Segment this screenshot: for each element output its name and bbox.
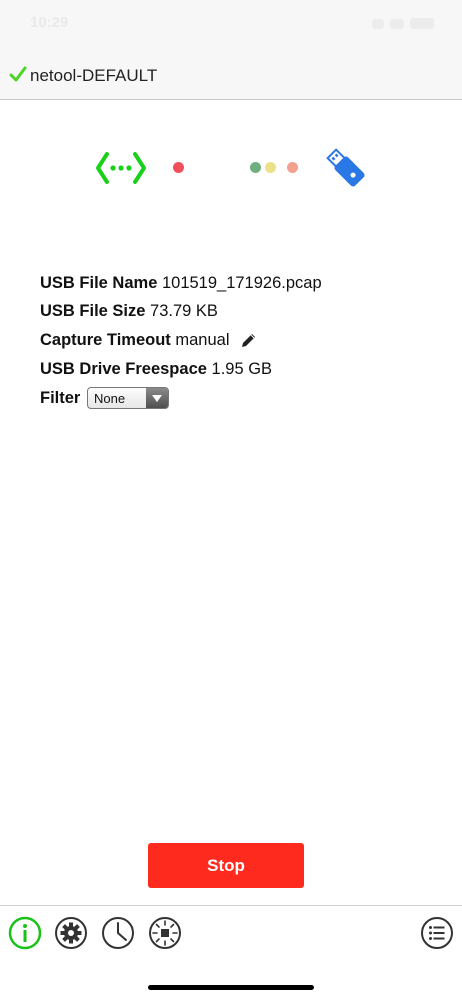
tab-bar (0, 905, 462, 966)
file-name-value: 101519_171926.pcap (161, 274, 322, 292)
usb-drive-icon (326, 148, 365, 187)
home-indicator[interactable] (148, 985, 314, 990)
file-size-label: USB File Size (40, 302, 146, 320)
page-title: netool-DEFAULT (30, 66, 158, 85)
capture-icon[interactable] (148, 916, 182, 950)
list-icon[interactable] (420, 916, 454, 950)
freespace-value: 1.95 GB (211, 360, 273, 378)
status-dot-salmon (287, 162, 298, 173)
ethernet-icon (96, 152, 146, 184)
file-size-row: USB File Size 73.79 KB (40, 302, 218, 321)
freespace-label: USB Drive Freespace (40, 360, 207, 378)
status-icons (366, 16, 436, 30)
file-name-row: USB File Name 101519_171926.pcap (40, 274, 322, 293)
filter-row: Filter None (40, 387, 240, 413)
info-icon[interactable] (8, 916, 42, 950)
timeout-row: Capture Timeout manual (40, 331, 257, 350)
freespace-row: USB Drive Freespace 1.95 GB (40, 360, 272, 379)
app-header: netool-DEFAULT (0, 52, 462, 100)
pencil-icon[interactable] (240, 332, 257, 349)
file-size-value: 73.79 KB (150, 302, 218, 320)
file-name-label: USB File Name (40, 274, 158, 292)
status-bar: 10:29 (0, 0, 462, 52)
status-time: 10:29 (30, 14, 69, 31)
filter-select[interactable]: None (87, 387, 169, 409)
timeout-label: Capture Timeout (40, 331, 171, 349)
gear-icon[interactable] (54, 916, 88, 950)
status-dot-yellow (265, 162, 276, 173)
status-dot-green (250, 162, 261, 173)
filter-label: Filter (40, 389, 81, 407)
check-icon (9, 66, 27, 82)
status-dot-red (173, 162, 184, 173)
clock-icon[interactable] (101, 916, 135, 950)
timeout-value: manual (175, 331, 230, 349)
chevron-down-icon (146, 388, 168, 408)
filter-select-value: None (94, 391, 126, 406)
stop-button[interactable]: Stop (148, 843, 304, 888)
